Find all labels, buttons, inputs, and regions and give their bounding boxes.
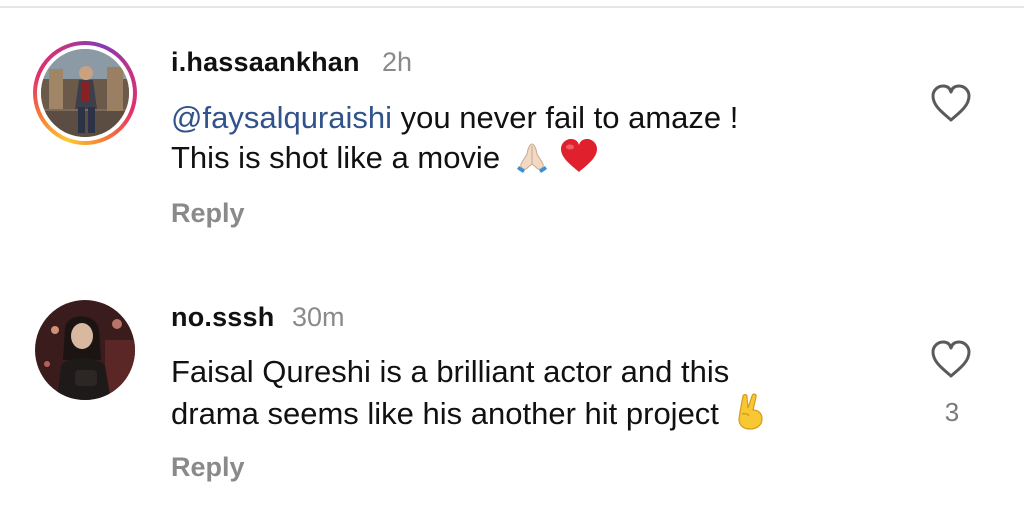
comment-text-line2: drama seems like his another hit project <box>171 396 719 431</box>
comment-text-line1: Faisal Qureshi is a brilliant actor and … <box>171 354 730 389</box>
comment-item: no.sssh 30m Faisal Qureshi is a brillian… <box>0 257 1024 514</box>
heart-outline-icon[interactable] <box>929 83 973 123</box>
comment-item: i.hassaankhan 2h @faysalquraishi you nev… <box>0 0 1024 257</box>
red-heart-icon <box>561 139 598 172</box>
comment-username[interactable]: no.sssh <box>171 302 274 333</box>
reply-button[interactable]: Reply <box>171 452 245 483</box>
comment-timestamp: 30m <box>292 302 345 332</box>
comment-text-line1: you never fail to amaze ! <box>392 100 739 135</box>
mention-link[interactable]: @faysalquraishi <box>171 100 392 135</box>
comment-timestamp: 2h <box>382 47 413 77</box>
avatar[interactable] <box>33 41 137 145</box>
like-count[interactable]: 3 <box>940 397 964 428</box>
folded-hands-icon <box>516 143 547 173</box>
story-ring <box>33 41 137 145</box>
avatar[interactable] <box>35 300 135 400</box>
comment-username[interactable]: i.hassaankhan <box>171 47 360 78</box>
comment-text: Faisal Qureshi is a brilliant actor and … <box>171 352 766 434</box>
comment-text: @faysalquraishi you never fail to amaze … <box>171 98 738 178</box>
comment-text-line2: This is shot like a movie <box>171 140 501 175</box>
heart-outline-icon[interactable] <box>929 339 973 379</box>
avatar-photo <box>35 300 135 400</box>
avatar-photo <box>41 49 129 137</box>
reply-button[interactable]: Reply <box>171 198 245 229</box>
victory-hand-icon <box>737 393 763 430</box>
